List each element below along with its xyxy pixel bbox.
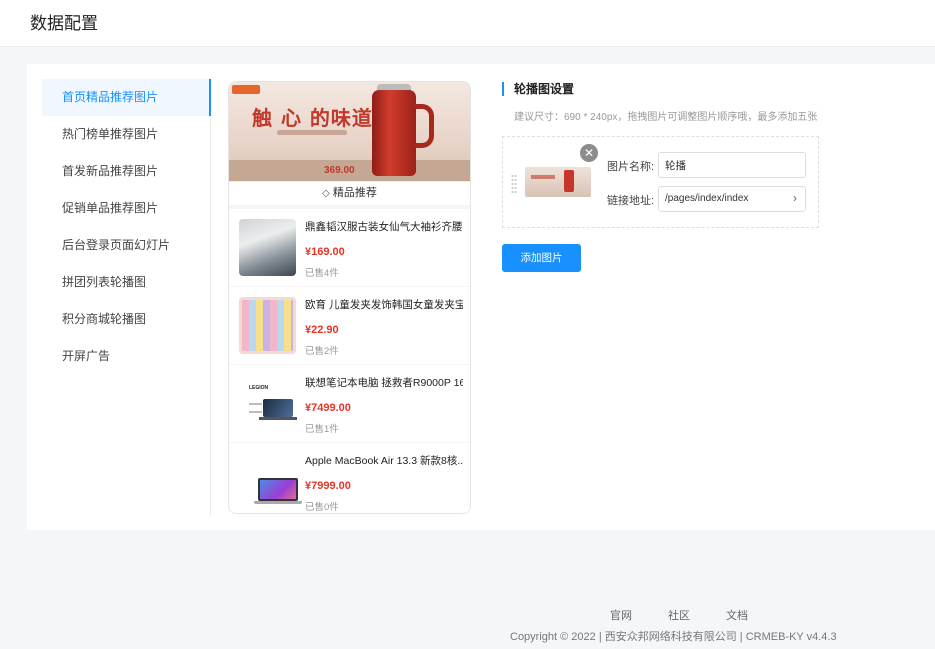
sidebar-item-new-products[interactable]: 首发新品推荐图片 xyxy=(42,153,210,190)
product-sold: 已售0件 xyxy=(305,502,339,513)
product-item: Apple MacBook Air 13.3 新款8核... ¥7999.00 … xyxy=(229,443,470,513)
sidebar-item-home-featured[interactable]: 首页精品推荐图片 xyxy=(42,79,211,116)
brand-label: LEGION xyxy=(249,385,269,391)
product-item: 鼎鑫韬汉服古装女仙气大袖衫齐腰... ¥169.00 已售4件 xyxy=(229,209,470,287)
mac-screen xyxy=(258,478,298,501)
product-image-hair-clips xyxy=(239,297,296,354)
close-circle-icon[interactable]: ✕ xyxy=(580,144,598,162)
mac-base xyxy=(254,501,302,504)
settings-tip: 建议尺寸：690 * 240px，拖拽图片可调整图片顺序哦，最多添加五张 xyxy=(514,112,818,123)
footer-link-website[interactable]: 官网 xyxy=(610,607,632,623)
carousel-settings: 轮播图设置 建议尺寸：690 * 240px，拖拽图片可调整图片顺序哦，最多添加… xyxy=(502,78,922,278)
page-title: 数据配置 xyxy=(30,14,98,33)
section-header: ◇ 精品推荐 xyxy=(229,181,470,209)
sidebar-item-splash-ad[interactable]: 开屏广告 xyxy=(42,338,210,375)
footer-copyright: Copyright © 2022 | 西安众邦网络科技有限公司 | CRMEB-… xyxy=(510,631,837,643)
chevron-right-icon: › xyxy=(793,191,797,205)
carousel-item: ✕ 图片名称: 链接地址: /pages/index/index › xyxy=(502,136,819,228)
product-price: ¥22.90 xyxy=(305,324,339,336)
product-price: ¥7499.00 xyxy=(305,402,351,414)
product-name: 欧育 儿童发夹发饰韩国女童发夹宝... xyxy=(305,299,463,311)
banner-price: 369.00 xyxy=(324,165,355,176)
diamond-icon: ◇ xyxy=(322,188,330,199)
preview-banner: 触 心 的味道 369.00 xyxy=(229,82,470,181)
banner-logo xyxy=(232,85,260,94)
settings-title: 轮播图设置 xyxy=(502,82,574,96)
product-image-macbook xyxy=(239,453,302,510)
drag-handle-icon[interactable] xyxy=(511,174,517,194)
sidebar-item-login-slides[interactable]: 后台登录页面幻灯片 xyxy=(42,227,210,264)
sidebar-item-promotion[interactable]: 促销单品推荐图片 xyxy=(42,190,210,227)
link-url-value: /pages/index/index xyxy=(665,193,749,204)
image-name-input[interactable] xyxy=(658,152,806,178)
banner-slogan: 触 心 的味道 xyxy=(252,106,373,130)
product-name: 鼎鑫韬汉服古装女仙气大袖衫齐腰... xyxy=(305,221,463,233)
laptop-screen xyxy=(263,399,293,417)
sidebar-item-points-mall-carousel[interactable]: 积分商城轮播图 xyxy=(42,301,210,338)
product-sold: 已售4件 xyxy=(305,268,339,279)
kettle-image xyxy=(372,90,416,176)
thumbnail-kettle xyxy=(564,170,574,192)
footer-links: 官网 社区 文档 xyxy=(610,607,784,623)
sidebar-item-group-buy-carousel[interactable]: 拼团列表轮播图 xyxy=(42,264,210,301)
content-card: 首页精品推荐图片 热门榜单推荐图片 首发新品推荐图片 促销单品推荐图片 后台登录… xyxy=(27,64,935,530)
product-sold: 已售1件 xyxy=(305,424,339,435)
product-item: 欧育 儿童发夹发饰韩国女童发夹宝... ¥22.90 已售2件 xyxy=(229,287,470,365)
spec-lines xyxy=(249,403,262,413)
product-name: Apple MacBook Air 13.3 新款8核... xyxy=(305,455,463,467)
footer-link-docs[interactable]: 文档 xyxy=(726,607,748,623)
section-title: 精品推荐 xyxy=(332,187,377,199)
product-image-laptop: LEGION xyxy=(239,375,297,432)
link-url-label: 链接地址: xyxy=(607,195,655,207)
footer-link-community[interactable]: 社区 xyxy=(668,607,690,623)
product-sold: 已售2件 xyxy=(305,346,339,357)
thumbnail-slogan xyxy=(531,175,555,179)
product-item: LEGION 联想笔记本电脑 拯救者R9000P 16... ¥7499.00 … xyxy=(229,365,470,443)
product-name: 联想笔记本电脑 拯救者R9000P 16... xyxy=(305,377,463,389)
add-image-button[interactable]: 添加图片 xyxy=(502,244,581,272)
product-price: ¥169.00 xyxy=(305,246,345,258)
product-image-dress xyxy=(239,219,296,276)
link-url-selector[interactable]: /pages/index/index › xyxy=(658,186,806,212)
carousel-thumbnail xyxy=(525,167,591,197)
kettle-handle xyxy=(414,104,434,148)
image-name-label: 图片名称: xyxy=(607,161,655,173)
mobile-preview: 触 心 的味道 369.00 ◇ 精品推荐 鼎鑫韬汉服古装女仙气大袖衫齐腰... … xyxy=(228,81,471,514)
banner-subtitle-bar xyxy=(277,130,347,135)
page-header: 数据配置 xyxy=(0,0,935,47)
sidebar-item-hot-ranking[interactable]: 热门榜单推荐图片 xyxy=(42,116,210,153)
product-price: ¥7999.00 xyxy=(305,480,351,492)
config-sidebar: 首页精品推荐图片 热门榜单推荐图片 首发新品推荐图片 促销单品推荐图片 后台登录… xyxy=(42,79,211,516)
laptop-base xyxy=(259,417,297,420)
